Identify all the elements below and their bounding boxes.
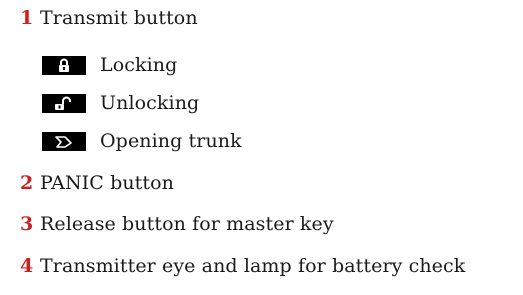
legend-item-panic-button: 2 PANIC button <box>20 166 174 200</box>
item-label: PANIC button <box>40 172 175 194</box>
item-number: 3 <box>20 213 34 235</box>
legend-subitem-unlocking: Unlocking <box>42 86 199 120</box>
item-label: Opening trunk <box>100 130 242 152</box>
item-number: 2 <box>20 172 34 194</box>
item-label: Locking <box>100 54 178 76</box>
item-number: 1 <box>20 7 34 29</box>
legend-item-release-button: 3 Release button for master key <box>20 207 334 241</box>
lock-open-icon <box>42 93 86 113</box>
lock-closed-icon <box>42 55 86 75</box>
item-label: Transmitter eye and lamp for battery che… <box>40 255 466 277</box>
item-label: Unlocking <box>100 92 200 114</box>
legend-subitem-opening-trunk: Opening trunk <box>42 124 242 158</box>
legend-subitem-locking: Locking <box>42 48 177 82</box>
key-remote-legend: 1 Transmit button Locking Unlocking Open… <box>0 0 523 295</box>
legend-item-transmitter-eye: 4 Transmitter eye and lamp for battery c… <box>20 249 465 283</box>
item-number: 4 <box>20 255 34 277</box>
trunk-open-icon <box>42 131 86 151</box>
item-label: Release button for master key <box>40 213 334 235</box>
item-label: Transmit button <box>40 7 198 29</box>
legend-item-transmit-button: 1 Transmit button <box>20 1 198 35</box>
